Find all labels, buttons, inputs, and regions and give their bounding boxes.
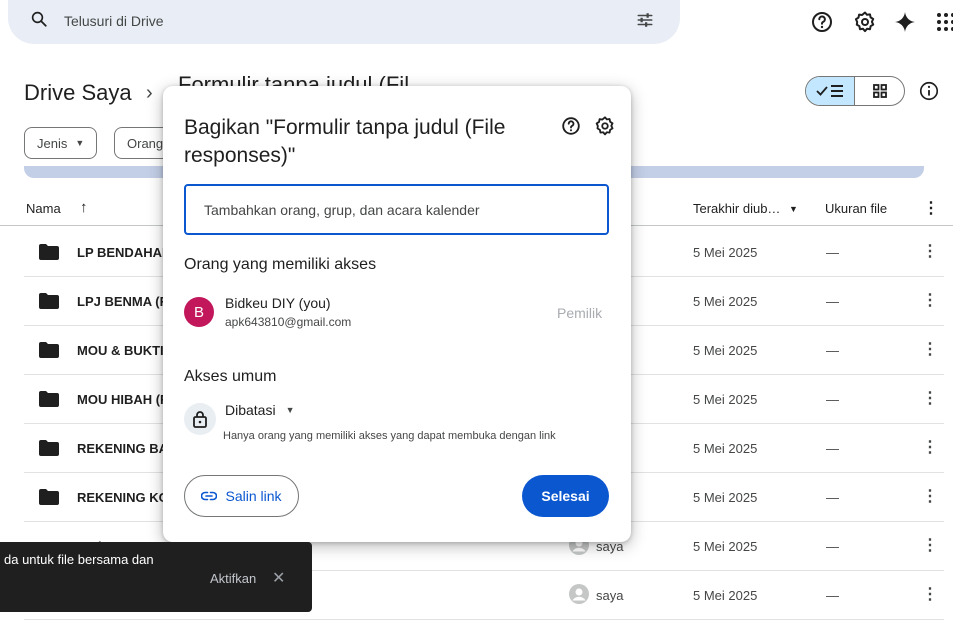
file-modified: 5 Mei 2025 [693,294,758,309]
file-size: — [826,343,839,358]
search-options-icon[interactable] [636,11,654,29]
file-modified: 5 Mei 2025 [693,245,758,260]
folder-icon [39,440,59,456]
help-icon[interactable] [560,115,582,137]
person-name: Bidkeu DIY (you) [225,295,331,311]
more-options-icon[interactable]: ⋮ [922,339,938,359]
file-owner: saya [596,588,624,603]
dropdown-caret-icon: ▼ [285,405,295,415]
people-filter-chip[interactable]: Orang [114,127,170,159]
apps-grid-icon[interactable] [934,10,953,34]
help-icon[interactable] [810,10,834,34]
access-description: Hanya orang yang memiliki akses yang dap… [223,430,556,442]
list-view-icon [816,85,843,97]
close-icon[interactable]: ✕ [272,568,285,588]
file-name: REKENING BA [77,441,169,456]
lock-icon [184,403,216,435]
access-level-value: Dibatasi [225,402,276,418]
file-modified: 5 Mei 2025 [693,343,758,358]
snackbar-message: da untuk file bersama dan [4,552,154,567]
file-size: — [826,294,839,309]
file-size: — [826,539,839,554]
view-toggle[interactable] [805,76,905,106]
people-access-heading: Orang yang memiliki akses [184,256,377,273]
dialog-title: Bagikan "Formulir tanpa judul (File resp… [184,116,506,167]
column-name[interactable]: Nama [26,201,61,216]
file-size: — [826,245,839,260]
file-modified: 5 Mei 2025 [693,588,758,603]
info-icon[interactable] [918,80,940,102]
file-name: LPJ BENMA (F [77,294,168,309]
column-size[interactable]: Ukuran file [825,201,887,216]
snackbar-enable-button[interactable]: Aktifkan [210,571,256,586]
search-icon[interactable] [30,10,48,28]
file-size: — [826,490,839,505]
column-options-icon[interactable]: ⋮ [923,198,939,218]
file-name: REKENING KO [77,490,169,505]
settings-icon[interactable] [853,10,877,34]
folder-icon [39,391,59,407]
person-email: apk643810@gmail.com [225,315,352,329]
modified-caret-icon[interactable]: ▼ [789,204,798,214]
folder-icon [39,244,59,260]
folder-icon [39,489,59,505]
dropdown-caret-icon: ▼ [75,138,85,148]
file-modified: 5 Mei 2025 [693,539,758,554]
more-options-icon[interactable]: ⋮ [922,486,938,506]
file-size: — [826,392,839,407]
user-avatar-icon [569,584,589,604]
file-modified: 5 Mei 2025 [693,441,758,456]
grid-view-icon [872,84,887,98]
more-options-icon[interactable]: ⋮ [922,535,938,555]
type-filter-chip[interactable]: Jenis ▼ [24,127,98,159]
copy-link-button[interactable]: Salin link [184,475,299,517]
type-filter-label: Jenis [37,135,68,151]
share-dialog: Bagikan "Formulir tanpa judul (File resp… [163,86,631,542]
copy-link-label: Salin link [225,488,282,504]
folder-icon [39,293,59,309]
sort-arrow-icon[interactable]: ↑ [80,199,88,216]
breadcrumb-separator: › [146,82,153,104]
file-modified: 5 Mei 2025 [693,490,758,505]
file-modified: 5 Mei 2025 [693,392,758,407]
file-name: LP BENDAHAR [77,245,172,260]
person-role: Pemilik [557,305,603,321]
link-icon [201,491,218,501]
share-settings-icon[interactable] [594,115,616,137]
search-input[interactable]: Telusuri di Drive [64,13,164,29]
access-level-select[interactable]: Dibatasi ▼ [225,402,295,418]
search-bar[interactable]: Telusuri di Drive [8,0,680,44]
snackbar: da untuk file bersama dan Aktifkan ✕ [0,542,312,612]
grid-view-button[interactable] [855,77,904,105]
list-view-button[interactable] [806,77,856,105]
more-options-icon[interactable]: ⋮ [922,584,938,604]
add-people-input[interactable] [184,184,609,235]
drive-page: Telusuri di Drive Drive Saya › Formulir … [0,0,953,623]
more-options-icon[interactable]: ⋮ [922,437,938,457]
more-options-icon[interactable]: ⋮ [922,290,938,310]
file-name: MOU HIBAH (F [77,392,168,407]
more-options-icon[interactable]: ⋮ [922,241,938,261]
column-modified[interactable]: Terakhir diub… [693,201,780,216]
file-name: MOU & BUKTI [77,343,164,358]
file-size: — [826,588,839,603]
done-button[interactable]: Selesai [522,475,609,517]
gemini-sparkle-icon[interactable] [893,10,917,34]
page-title[interactable]: Drive Saya [24,80,132,106]
folder-icon [39,342,59,358]
more-options-icon[interactable]: ⋮ [922,388,938,408]
file-size: — [826,441,839,456]
avatar: B [184,297,214,327]
people-filter-label: Orang [127,135,164,151]
general-access-heading: Akses umum [184,368,277,385]
